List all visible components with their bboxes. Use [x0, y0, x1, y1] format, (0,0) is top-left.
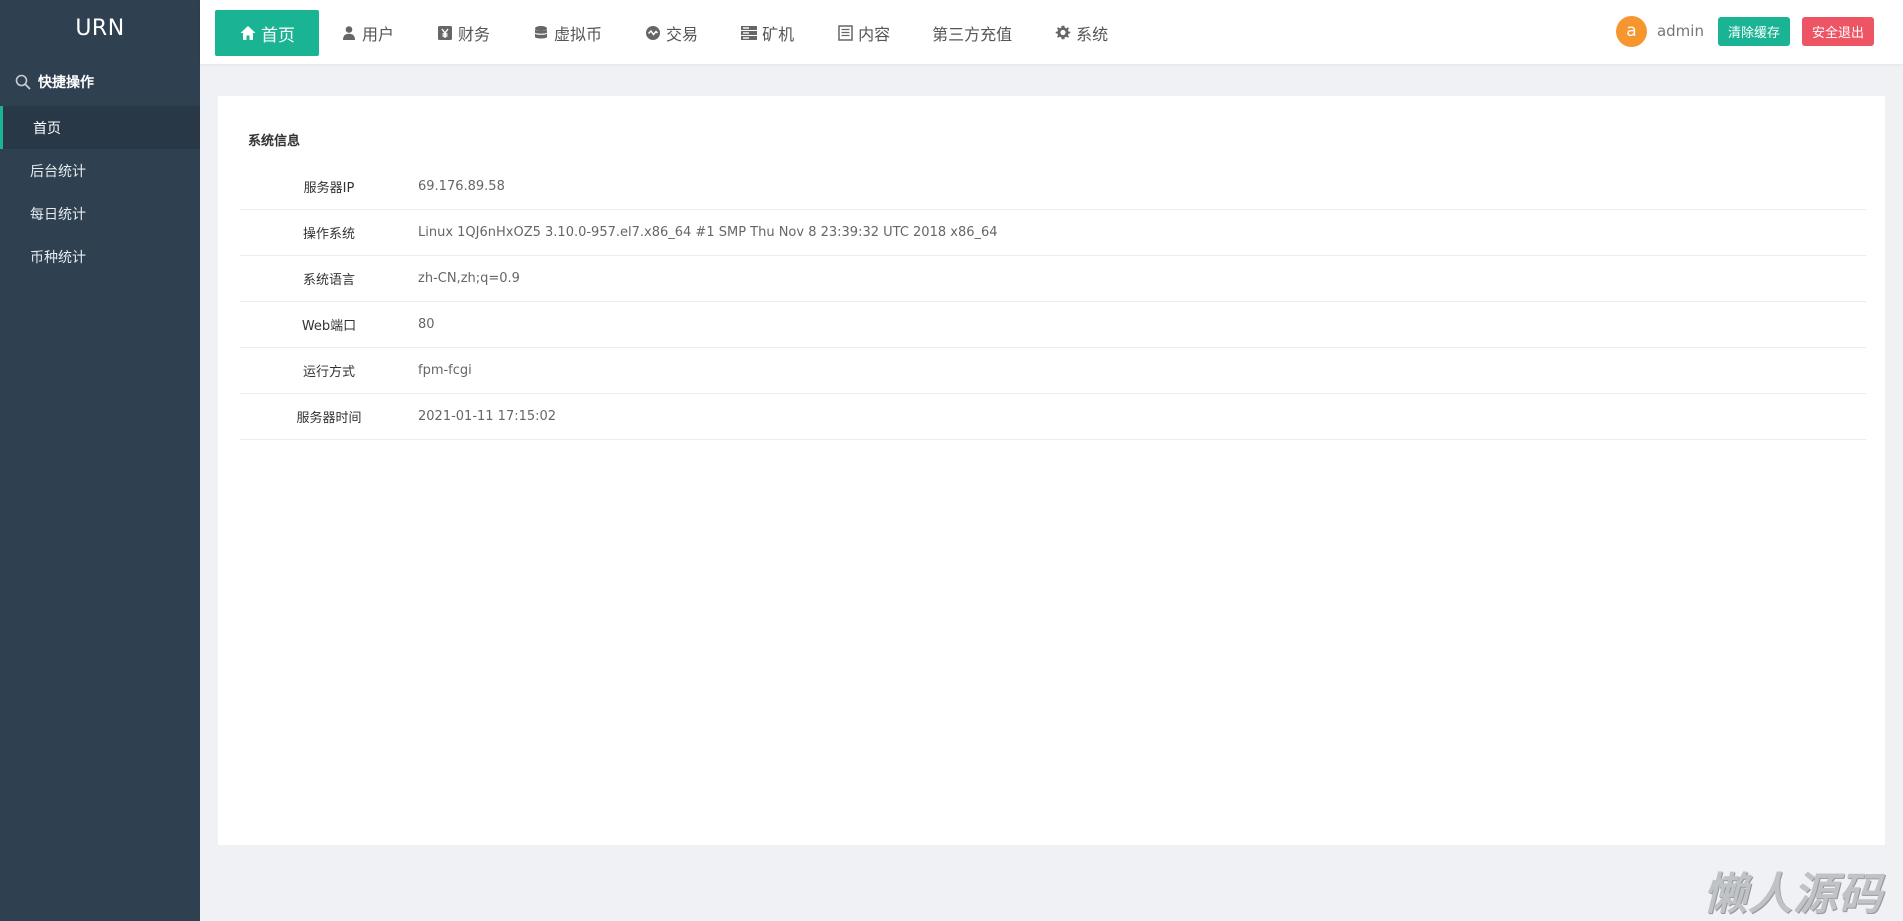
info-label: 系统语言: [302, 273, 355, 288]
nav-tab-label: 首页: [261, 25, 295, 46]
nav-tab-trade[interactable]: 交易: [623, 10, 719, 56]
nav-tab-system[interactable]: 系统: [1033, 10, 1129, 56]
nav-tab-finance[interactable]: 财务: [415, 10, 511, 56]
nav-tab-label: 虚拟币: [554, 25, 603, 44]
sidebar-item-label: 后台统计: [30, 163, 86, 180]
info-value: fpm-fcgi: [418, 363, 472, 378]
sidebar-item-label: 每日统计: [30, 206, 86, 223]
info-label: 服务器时间: [296, 411, 362, 426]
clear-cache-button[interactable]: 清除缓存: [1717, 16, 1790, 46]
main-nav: 首页 用户 财务 虚拟币 交易 矿机 内容 第三方充值 系统: [215, 10, 1129, 56]
info-label: 运行方式: [302, 365, 355, 380]
nav-tab-virtual-currency[interactable]: 虚拟币: [511, 10, 623, 56]
user-box: a admin 清除缓存 安全退出: [1615, 15, 1874, 47]
watermark: 懒人源码: [1703, 869, 1883, 920]
system-info-panel: 系统信息 服务器IP 69.176.89.58 操作系统 Linux 1QJ6n…: [218, 96, 1885, 845]
info-value: 2021-01-11 17:15:02: [418, 409, 557, 424]
nav-tab-third-party-recharge[interactable]: 第三方充值: [911, 10, 1033, 56]
table-row: Web端口 80: [240, 302, 1866, 348]
nav-tab-content[interactable]: 内容: [815, 10, 911, 56]
nav-tab-label: 第三方充值: [932, 25, 1013, 44]
home-icon: [239, 24, 257, 42]
nav-tab-label: 系统: [1076, 25, 1109, 44]
nav-tab-miner[interactable]: 矿机: [719, 10, 815, 56]
exchange-icon: [644, 24, 662, 42]
info-value: 80: [418, 317, 435, 332]
nav-tab-users[interactable]: 用户: [319, 10, 415, 56]
sidebar-item-currency-stats[interactable]: 币种统计: [0, 235, 200, 278]
user-icon: [340, 24, 358, 42]
sidebar-item-label: 币种统计: [30, 249, 86, 266]
nav-tab-home[interactable]: 首页: [215, 10, 319, 56]
info-value: 69.176.89.58: [418, 179, 505, 194]
sidebar-item-daily-stats[interactable]: 每日统计: [0, 192, 200, 235]
avatar[interactable]: a: [1615, 15, 1647, 47]
top-bar: 首页 用户 财务 虚拟币 交易 矿机 内容 第三方充值 系统 a admin 清…: [200, 0, 1903, 64]
table-row: 服务器IP 69.176.89.58: [240, 164, 1866, 210]
info-label: 服务器IP: [303, 181, 355, 196]
search-icon: [14, 73, 32, 91]
quick-actions-label: 快捷操作: [38, 75, 94, 91]
nav-tab-label: 矿机: [762, 25, 795, 44]
table-row: 操作系统 Linux 1QJ6nHxOZ5 3.10.0-957.el7.x86…: [240, 210, 1866, 256]
username[interactable]: admin: [1657, 22, 1704, 40]
logout-button[interactable]: 安全退出: [1801, 16, 1874, 46]
info-label: Web端口: [301, 319, 357, 334]
gear-icon: [1054, 24, 1072, 42]
quick-actions-header: 快捷操作: [0, 58, 200, 106]
brand-logo: URN: [75, 16, 125, 41]
sidebar: URN 快捷操作 首页 后台统计 每日统计 币种统计: [0, 0, 200, 921]
database-icon: [532, 24, 550, 42]
table-row: 系统语言 zh-CN,zh;q=0.9: [240, 256, 1866, 302]
panel-title: 系统信息: [248, 134, 301, 149]
sidebar-menu: 首页 后台统计 每日统计 币种统计: [0, 106, 200, 278]
sidebar-item-home[interactable]: 首页: [0, 106, 200, 149]
document-icon: [836, 24, 854, 42]
sidebar-item-label: 首页: [33, 120, 61, 137]
server-icon: [740, 24, 758, 42]
sidebar-item-backend-stats[interactable]: 后台统计: [0, 149, 200, 192]
nav-tab-label: 财务: [458, 25, 491, 44]
yen-icon: [436, 24, 454, 42]
info-label: 操作系统: [302, 227, 355, 242]
table-row: 运行方式 fpm-fcgi: [240, 348, 1866, 394]
table-row: 服务器时间 2021-01-11 17:15:02: [240, 394, 1866, 440]
nav-tab-label: 内容: [858, 25, 891, 44]
system-info-table: 服务器IP 69.176.89.58 操作系统 Linux 1QJ6nHxOZ5…: [240, 164, 1866, 440]
info-value: Linux 1QJ6nHxOZ5 3.10.0-957.el7.x86_64 #…: [418, 225, 998, 240]
nav-tab-label: 交易: [666, 25, 699, 44]
info-value: zh-CN,zh;q=0.9: [418, 271, 520, 286]
nav-tab-label: 用户: [362, 25, 395, 44]
